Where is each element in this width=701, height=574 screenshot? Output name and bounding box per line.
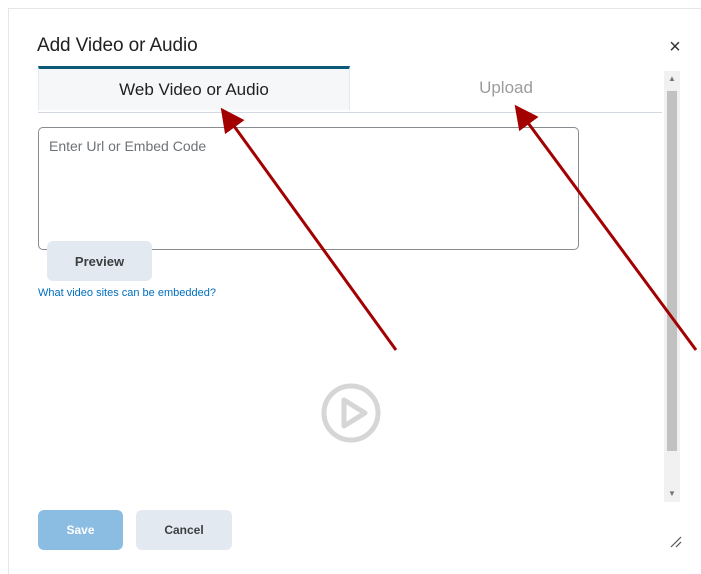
screenshot-stage: Add Video or Audio × Web Video or Audio … — [0, 0, 701, 574]
save-button[interactable]: Save — [38, 510, 123, 550]
play-circle-icon — [321, 383, 381, 443]
url-embed-input[interactable] — [38, 127, 579, 250]
tab-upload[interactable]: Upload — [350, 66, 662, 110]
cancel-button[interactable]: Cancel — [136, 510, 232, 550]
dialog-title: Add Video or Audio — [37, 35, 198, 56]
add-video-audio-dialog: Add Video or Audio × Web Video or Audio … — [8, 8, 701, 574]
tab-bar: Web Video or Audio Upload — [38, 66, 662, 113]
embeddable-sites-link[interactable]: What video sites can be embedded? — [38, 287, 216, 299]
scrollbar-thumb[interactable] — [667, 91, 677, 451]
scroll-down-icon[interactable]: ▼ — [664, 486, 680, 502]
vertical-scrollbar[interactable]: ▲ ▼ — [664, 71, 680, 502]
tab-web-video-or-audio[interactable]: Web Video or Audio — [38, 66, 350, 110]
scroll-up-icon[interactable]: ▲ — [664, 71, 680, 87]
preview-button[interactable]: Preview — [47, 241, 152, 281]
resize-grip-icon[interactable] — [669, 534, 683, 548]
close-icon[interactable]: × — [665, 37, 685, 57]
